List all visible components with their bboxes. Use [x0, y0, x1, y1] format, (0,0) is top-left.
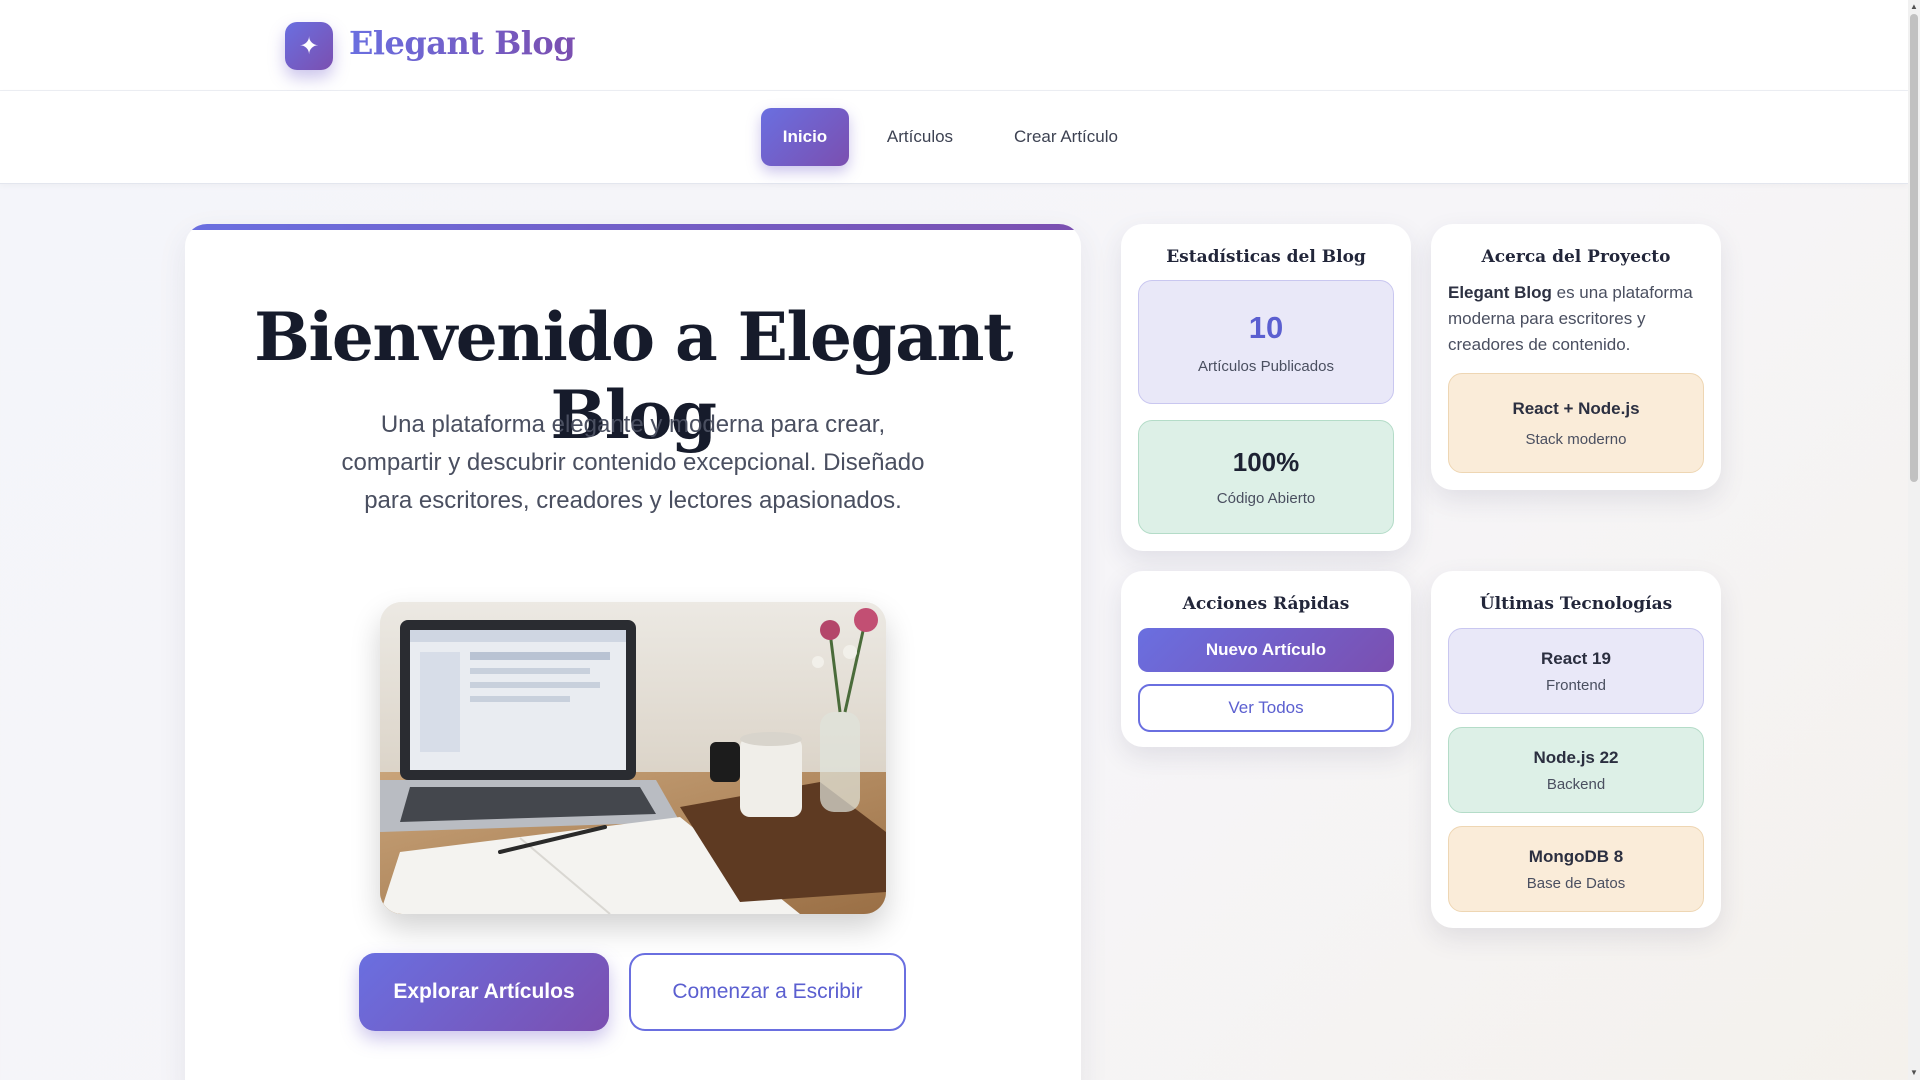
- tech-item-node: Node.js 22 Backend: [1448, 727, 1704, 813]
- brand-logo-text[interactable]: Elegant Blog: [349, 24, 576, 62]
- articles-count: 10: [1248, 309, 1284, 345]
- stack-description: Stack moderno: [1525, 430, 1627, 448]
- new-article-button[interactable]: Nuevo Artículo: [1138, 628, 1394, 672]
- sparkle-icon[interactable]: ✦: [285, 22, 333, 70]
- nav-item-articulos[interactable]: Artículos: [870, 108, 970, 166]
- about-card-title: Acerca del Proyecto: [1481, 247, 1671, 267]
- view-all-button[interactable]: Ver Todos: [1138, 684, 1394, 732]
- scroll-down-icon[interactable]: ▼: [1908, 1066, 1920, 1080]
- hero-subtitle: Una plataforma elegante y moderna para c…: [341, 411, 925, 514]
- stats-card: Estadísticas del Blog 10 Artículos Publi…: [1121, 224, 1411, 551]
- explore-articles-button[interactable]: Explorar Artículos: [359, 953, 609, 1031]
- scrollbar-thumb[interactable]: [1910, 14, 1918, 482]
- articles-stat-tile: 10 Artículos Publicados: [1138, 280, 1394, 404]
- tech-role: Base de Datos: [1526, 874, 1626, 892]
- tech-item-mongodb: MongoDB 8 Base de Datos: [1448, 826, 1704, 912]
- stack-name: React + Node.js: [1512, 398, 1640, 418]
- quick-actions-title: Acciones Rápidas: [1182, 594, 1350, 614]
- technologies-title: Últimas Tecnologías: [1479, 594, 1673, 614]
- nav-item-inicio[interactable]: Inicio: [761, 108, 849, 166]
- scroll-up-icon[interactable]: ▲: [1908, 0, 1920, 14]
- tech-item-react: React 19 Frontend: [1448, 628, 1704, 714]
- stack-tile: React + Node.js Stack moderno: [1448, 373, 1704, 473]
- stats-card-title: Estadísticas del Blog: [1166, 247, 1366, 267]
- about-description: Elegant Blog es una plataforma moderna p…: [1448, 280, 1708, 358]
- tech-role: Frontend: [1545, 676, 1607, 694]
- start-writing-button[interactable]: Comenzar a Escribir: [629, 953, 906, 1031]
- about-brand: Elegant Blog: [1448, 283, 1552, 302]
- hero-accent-bar: [185, 224, 1081, 230]
- technologies-card: Últimas Tecnologías React 19 Frontend No…: [1431, 571, 1721, 928]
- site-header: ✦ Elegant Blog: [0, 0, 1908, 91]
- nav-item-crear-articulo[interactable]: Crear Artículo: [996, 108, 1136, 166]
- hero-image-laptop-desk: [380, 602, 886, 914]
- about-card: Acerca del Proyecto Elegant Blog es una …: [1431, 224, 1721, 490]
- quick-actions-card: Acciones Rápidas Nuevo Artículo Ver Todo…: [1121, 571, 1411, 747]
- tech-role: Backend: [1546, 775, 1606, 793]
- tech-name: React 19: [1541, 648, 1611, 668]
- open-source-stat-tile: 100% Código Abierto: [1138, 420, 1394, 534]
- tech-name: MongoDB 8: [1528, 846, 1624, 866]
- main-nav: Inicio Artículos Crear Artículo: [0, 91, 1908, 184]
- tech-name: Node.js 22: [1533, 747, 1619, 767]
- articles-count-label: Artículos Publicados: [1198, 357, 1334, 375]
- open-source-label: Código Abierto: [1216, 490, 1316, 507]
- open-source-value: 100%: [1232, 447, 1300, 477]
- laptop-desk-illustration: [380, 602, 886, 914]
